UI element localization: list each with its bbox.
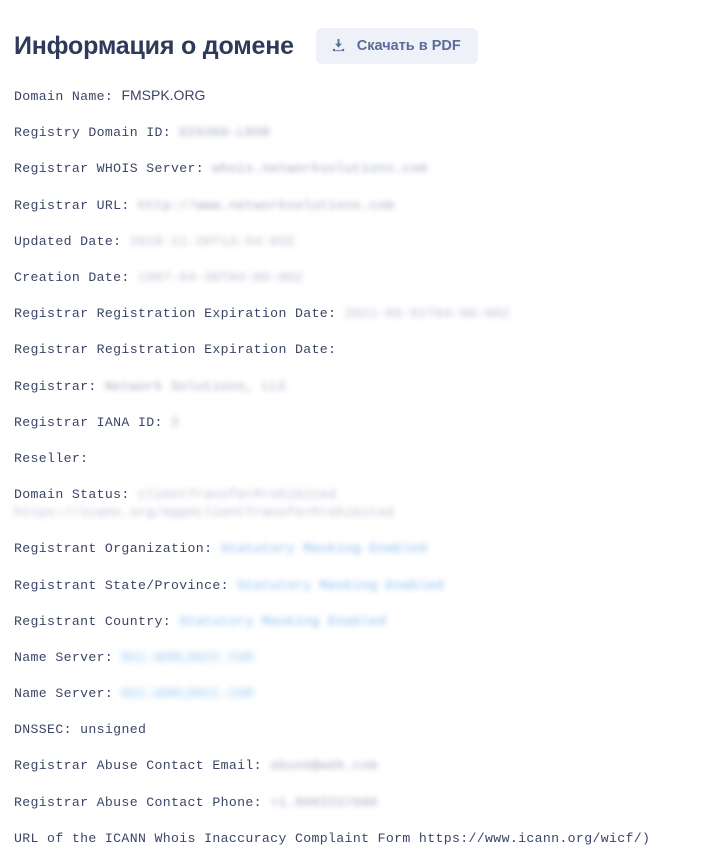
- whois-line-value: unsigned: [80, 722, 147, 738]
- whois-line: Updated Date: 2018-11-20T13:54:03Z: [14, 233, 686, 251]
- whois-line-value: 2018-11-20T13:54:03Z: [129, 233, 295, 249]
- whois-line-value: abuse@web.com: [270, 758, 378, 774]
- whois-line-label: DNSSEC:: [14, 722, 81, 738]
- domain-info-page: Информация о домене Скачать в PDF Domain…: [0, 0, 701, 846]
- whois-line-value: NS1.WORLDNIC.COM: [121, 649, 254, 665]
- whois-line: Registrant Organization: Statutory Maski…: [14, 540, 686, 558]
- whois-line: Domain Name: FMSPK.ORG: [14, 86, 686, 106]
- whois-line-label: Name Server:: [14, 686, 122, 702]
- whois-line: Registrar Abuse Contact Email: abuse@web…: [14, 757, 686, 775]
- whois-line-label: Registrar Registration Expiration Date:: [14, 342, 345, 358]
- whois-line-value: NS2.WORLDNIC.COM: [121, 686, 254, 702]
- whois-line: Registry Domain ID: D29366-LROR: [14, 124, 686, 142]
- whois-line-value: 1997-04-30T04:00:00Z: [137, 269, 304, 285]
- whois-line-label: Name Server:: [14, 649, 122, 665]
- whois-line-label: Registrar WHOIS Server:: [14, 161, 213, 177]
- whois-line: Domain Status: clientTransferProhibited …: [14, 486, 686, 522]
- download-pdf-label: Скачать в PDF: [356, 37, 461, 54]
- whois-line: Registrar: Network Solutions, LLC: [14, 378, 686, 396]
- whois-line: Registrar URL: http://www.networksolutio…: [14, 197, 686, 215]
- whois-line-value: D29366-LROR: [179, 125, 271, 141]
- whois-line-value: 2021-05-01T04:00:00Z: [344, 306, 510, 322]
- whois-line: Reseller:: [14, 450, 686, 468]
- whois-line-label: Reseller:: [14, 450, 97, 466]
- whois-line-label: Registrar Abuse Contact Phone:: [14, 794, 271, 810]
- whois-record: Domain Name: FMSPK.ORG Registry Domain I…: [14, 86, 686, 866]
- page-title: Информация о домене: [14, 31, 294, 60]
- whois-line-label: Registrant Organization:: [14, 541, 221, 557]
- whois-line-value: Statutory Masking Enabled: [237, 577, 444, 593]
- whois-line-value: Statutory Masking Enabled: [220, 541, 428, 557]
- whois-line: Creation Date: 1997-04-30T04:00:00Z: [14, 269, 686, 287]
- whois-line-label: URL of the ICANN Whois Inaccuracy Compla…: [14, 830, 651, 846]
- whois-line-label: Domain Name:: [14, 89, 122, 104]
- whois-line-label: Registrant Country:: [14, 613, 180, 629]
- whois-line-label: Registry Domain ID:: [14, 125, 180, 141]
- whois-line: Registrar Registration Expiration Date: …: [14, 305, 686, 323]
- whois-line-label: Registrar Registration Expiration Date:: [14, 306, 345, 322]
- whois-line-value: Network Solutions, LLC: [104, 378, 287, 394]
- whois-line-label: Updated Date:: [14, 233, 130, 249]
- whois-line: Registrar Registration Expiration Date:: [14, 341, 686, 359]
- whois-line: Registrar IANA ID: 2: [14, 414, 686, 432]
- whois-line-value: FMSPK.ORG: [121, 87, 206, 103]
- whois-line: Registrant Country: Statutory Masking En…: [14, 613, 686, 631]
- download-icon: [331, 38, 346, 53]
- whois-line-label: Registrar URL:: [14, 197, 138, 213]
- whois-line-label: Registrar Abuse Contact Email:: [14, 758, 271, 774]
- whois-line-label: Creation Date:: [14, 269, 138, 285]
- whois-line: URL of the ICANN Whois Inaccuracy Compla…: [14, 830, 686, 848]
- whois-line-label: Registrant State/Province:: [14, 577, 238, 593]
- whois-line-value: Statutory Masking Enabled: [179, 613, 386, 629]
- whois-line-label: Domain Status:: [14, 487, 138, 503]
- download-pdf-button[interactable]: Скачать в PDF: [315, 27, 478, 64]
- whois-line: Registrar WHOIS Server: whois.networksol…: [14, 160, 686, 178]
- whois-line: Registrar Abuse Contact Phone: +1.800333…: [14, 794, 686, 812]
- page-header: Информация о домене Скачать в PDF: [0, 0, 701, 78]
- whois-line: Name Server: NS2.WORLDNIC.COM: [14, 685, 686, 703]
- whois-line: DNSSEC: unsigned: [14, 721, 686, 739]
- whois-line-value: whois.networksolutions.com: [212, 161, 428, 177]
- whois-line-value: 2: [171, 414, 180, 430]
- whois-line: Name Server: NS1.WORLDNIC.COM: [14, 649, 686, 667]
- whois-line-value: http://www.networksolutions.com: [137, 197, 395, 213]
- whois-line-label: Registrar IANA ID:: [14, 414, 172, 430]
- whois-line-value: +1.8003337680: [270, 794, 378, 810]
- whois-line: Registrant State/Province: Statutory Mas…: [14, 577, 686, 595]
- whois-line-label: Registrar:: [14, 378, 105, 394]
